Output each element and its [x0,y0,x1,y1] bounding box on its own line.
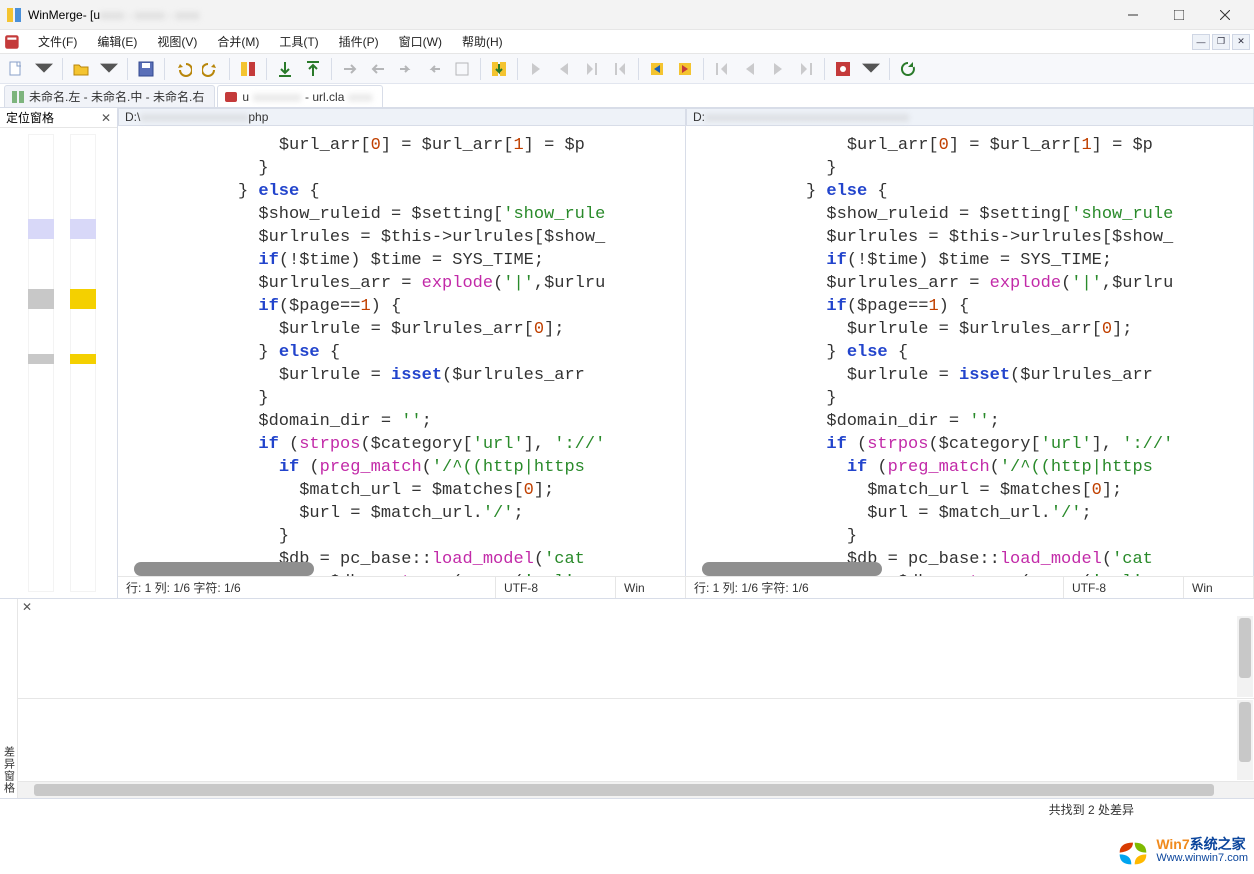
diff-summary: 共找到 2 处差异 [1049,801,1134,818]
toolbar [0,54,1254,84]
all-down-button[interactable] [273,57,297,81]
tab-url[interactable]: uxxxxxxxx - url.claxxxx [217,85,383,107]
left-hscrollbar[interactable] [134,562,314,576]
copy-right-button[interactable] [394,57,418,81]
menu-help[interactable]: 帮助(H) [452,31,513,52]
copy-left-all-button[interactable] [366,57,390,81]
tab-blur: xxxxxxxx [253,90,301,104]
menu-merge[interactable]: 合并(M) [207,31,269,52]
menu-edit[interactable]: 编辑(E) [87,31,147,52]
right-cursor-pos: 行: 1 列: 1/6 字符: 1/6 [686,577,1064,598]
right-eol: Win [1184,577,1254,598]
open-button[interactable] [69,57,93,81]
title-app: WinMerge [28,8,83,22]
doc-icon [224,90,238,104]
diff-hscrollbar[interactable] [18,782,1254,798]
nav-right-end-button[interactable] [580,57,604,81]
titlebar: WinMerge - [u xxxx - xxxxx - xxxx [0,0,1254,30]
next-diff-col-button[interactable] [766,57,790,81]
prev-diff-col-button[interactable] [738,57,762,81]
left-encoding: UTF-8 [496,577,616,598]
diff-pane-close-button[interactable]: ✕ [20,600,34,614]
undo-button[interactable] [171,57,195,81]
code-left: $url_arr[0] = $url_arr[1] = $p } } else … [118,126,685,576]
prev-diff-button[interactable] [673,57,697,81]
bottom-statusbar: 共找到 2 处差异 [0,798,1254,820]
diff-toggle-button[interactable] [236,57,260,81]
nav-left-button[interactable] [552,57,576,81]
menu-app-icon [4,33,22,51]
tab-unnamed[interactable]: 未命名.左 - 未命名.中 - 未命名.右 [4,85,215,107]
next-diff-button[interactable] [645,57,669,81]
new-button[interactable] [4,57,28,81]
diff-top-vscrollbar[interactable] [1237,616,1253,697]
diff-pane-tab[interactable]: 差异窗格 [0,599,18,798]
save-button[interactable] [134,57,158,81]
left-code-pane[interactable]: $url_arr[0] = $url_arr[1] = $p } } else … [118,126,686,576]
menu-view[interactable]: 视图(V) [147,31,207,52]
nav-right-button[interactable] [524,57,548,81]
menu-file[interactable]: 文件(F) [28,31,87,52]
workarea: 定位窗格 ✕ D:\xxxxxxxxxxxxxxxxxxphp D:xxxx [0,108,1254,598]
location-pane-close-button[interactable]: ✕ [99,111,113,125]
right-path[interactable]: D:xxxxxxxxxxxxxxxxxxxxxxxxxxxxxxxxxx [686,108,1254,126]
pane-statusbar: 行: 1 列: 1/6 字符: 1/6 UTF-8 Win 行: 1 列: 1/… [118,576,1254,598]
right-hscrollbar[interactable] [702,562,882,576]
title-blur: xxxx - xxxxx - xxxx [100,8,199,22]
right-code-pane[interactable]: $url_arr[0] = $url_arr[1] = $p } } else … [686,126,1254,576]
menu-window[interactable]: 窗口(W) [389,31,452,52]
mdi-close-button[interactable]: ✕ [1232,34,1250,50]
doc-icon [11,90,25,104]
redo-button[interactable] [199,57,223,81]
menubar: 文件(F) 编辑(E) 视图(V) 合并(M) 工具(T) 插件(P) 窗口(W… [0,30,1254,54]
diff-top-area[interactable] [18,615,1254,699]
first-diff-col-button[interactable] [710,57,734,81]
mdi-restore-button[interactable]: ❐ [1212,34,1230,50]
options-button[interactable] [831,57,855,81]
copy-right-all-button[interactable] [338,57,362,81]
tab-label-2b: - url.cla [305,90,344,104]
diff-pane: 差异窗格 ✕ [0,598,1254,798]
all-up-button[interactable] [301,57,325,81]
tab-label-1: 未命名.左 - 未命名.中 - 未命名.右 [29,88,204,105]
menu-plugins[interactable]: 插件(P) [329,31,389,52]
merge-mid-button[interactable] [450,57,474,81]
diff-bottom-vscrollbar[interactable] [1237,700,1253,781]
compare-area: D:\xxxxxxxxxxxxxxxxxxphp D:xxxxxxxxxxxxx… [118,108,1254,598]
left-path[interactable]: D:\xxxxxxxxxxxxxxxxxxphp [118,108,686,126]
last-diff-col-button[interactable] [794,57,818,81]
next-diff-green-button[interactable] [487,57,511,81]
refresh-button[interactable] [896,57,920,81]
watermark: Win7系统之家 Www.winwin7.com [1116,836,1248,866]
options-dropdown-icon[interactable] [859,57,883,81]
app-icon [6,7,22,23]
new-dropdown-icon[interactable] [32,57,56,81]
window-minimize-button[interactable] [1110,0,1156,30]
location-pane-body[interactable] [0,128,117,598]
copy-left-button[interactable] [422,57,446,81]
location-pane: 定位窗格 ✕ [0,108,118,598]
code-right: $url_arr[0] = $url_arr[1] = $p } } else … [686,126,1253,576]
watermark-logo-icon [1116,836,1150,866]
left-eol: Win [616,577,686,598]
right-encoding: UTF-8 [1064,577,1184,598]
diff-bottom-area[interactable] [18,699,1254,783]
document-tabs: 未命名.左 - 未命名.中 - 未命名.右 u xxxxxxxx - url.cl… [0,84,1254,108]
mdi-minimize-button[interactable]: — [1192,34,1210,50]
open-dropdown-icon[interactable] [97,57,121,81]
window-maximize-button[interactable] [1156,0,1202,30]
nav-left-end-button[interactable] [608,57,632,81]
menu-tools[interactable]: 工具(T) [269,31,328,52]
tab-label-2a: u [242,90,249,104]
window-close-button[interactable] [1202,0,1248,30]
title-suffix: - [u [83,8,100,22]
left-cursor-pos: 行: 1 列: 1/6 字符: 1/6 [118,577,496,598]
location-pane-title: 定位窗格 [6,109,54,126]
